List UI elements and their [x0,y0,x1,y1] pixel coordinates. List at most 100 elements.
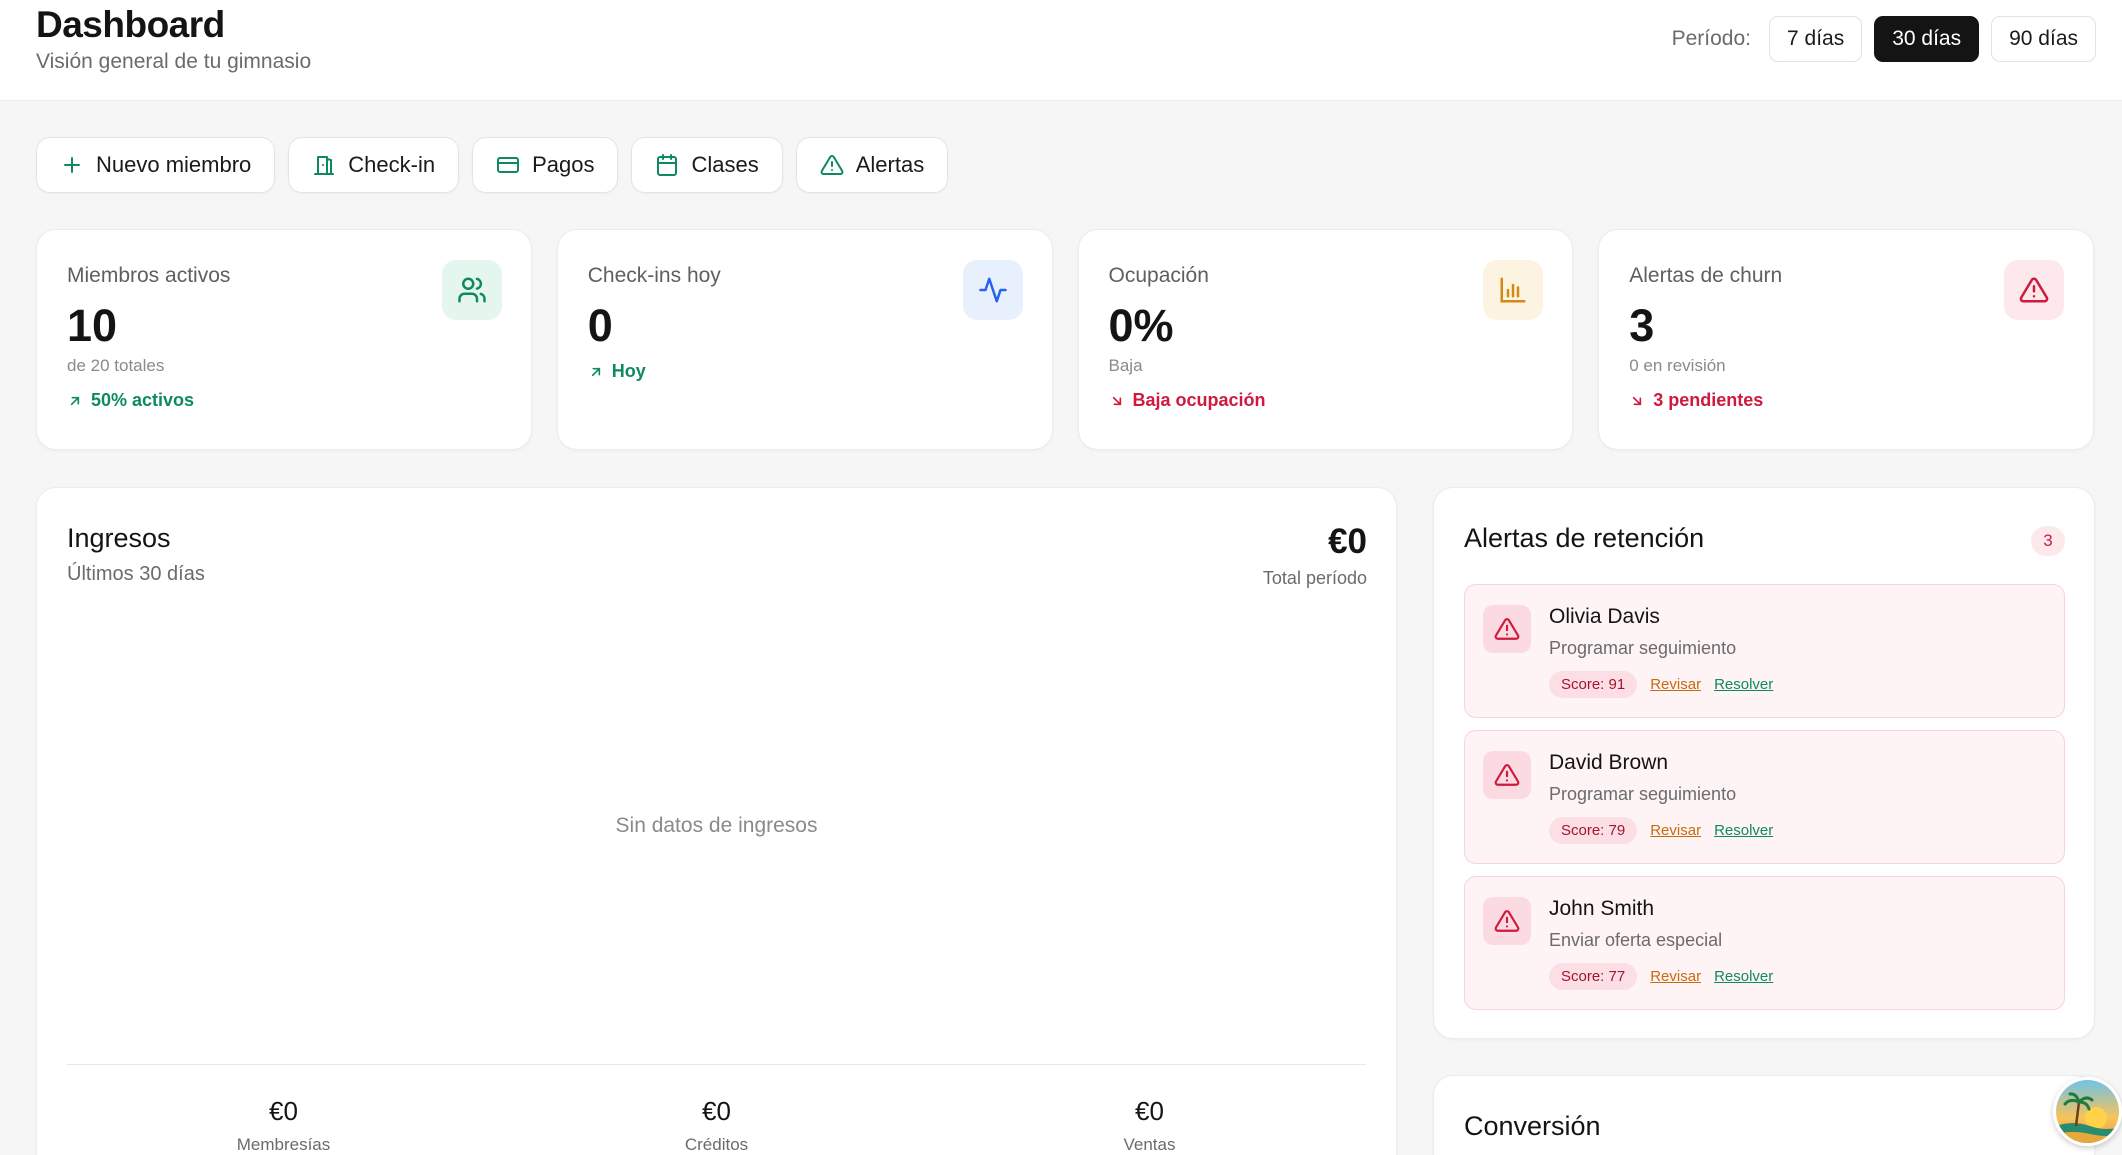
suggested-action: Programar seguimiento [1549,784,1737,804]
revenue-divider [67,1064,1366,1065]
stat-subtext: Baja [1108,356,1143,375]
revenue-total-label: Total período [1262,568,1367,588]
activity-icon [962,260,1023,320]
member-name: David Brown [1549,751,1669,774]
review-link[interactable]: Revisar [1650,676,1701,693]
plus-icon [64,157,80,173]
stat-value: 0% [1108,300,1174,351]
period-label: Período: [1671,27,1751,50]
score-badge: Score: 77 [1549,963,1638,990]
new-member-label: Nuevo miembro [96,152,252,177]
stat-title: Alertas de churn [1629,264,1783,287]
door-icon [314,156,335,175]
payments-button[interactable]: Pagos [472,137,619,193]
revenue-breakdown-credits: €0 Créditos [500,1096,933,1155]
warning-triangle-icon [2004,260,2064,320]
retention-count-badge: 3 [2031,526,2065,556]
alerts-label: Alertas [855,152,925,177]
breakdown-value: €0 [269,1096,298,1126]
stat-cards: Miembros activos 10 de 20 totales 50% ac… [36,229,2094,450]
revenue-breakdown: €0 Membresías €0 Créditos €0 Ventas [67,1096,1366,1155]
page-header: Dashboard Visión general de tu gimnasio … [0,0,2122,101]
stat-card-churn-alerts: Alertas de churn 3 0 en revisión 3 pendi… [1598,229,2094,450]
revenue-empty-state: Sin datos de ingresos [615,814,818,837]
suggested-action: Enviar oferta especial [1549,930,1723,950]
revenue-breakdown-sales: €0 Ventas [933,1096,1366,1155]
revenue-total: €0 [1328,522,1367,561]
retention-alerts-card: Alertas de retención 3 Olivia Davis Prog… [1433,487,2095,1039]
conversion-card: Conversión [1433,1075,2095,1155]
breakdown-label: Créditos [684,1135,749,1154]
stat-card-check-ins-today: Check-ins hoy 0 Hoy [556,229,1053,450]
conversion-title: Conversión [1464,1111,1601,1141]
stat-subtext: de 20 totales [67,356,165,375]
classes-label: Clases [691,152,759,177]
classes-button[interactable]: Clases [631,137,783,193]
stat-trend: 3 pendientes [1629,390,1763,411]
stat-title: Ocupación [1108,264,1209,287]
alert-meta: Score: 77 Revisar Resolver [1549,963,1773,990]
calendar-icon [657,154,678,176]
assistant-avatar-button[interactable] [2053,1077,2122,1146]
new-member-button[interactable]: Nuevo miembro [36,137,276,193]
warning-triangle-icon [820,154,844,175]
warning-triangle-icon [1483,897,1531,945]
stat-trend: Baja ocupación [1109,390,1266,411]
stat-trend: 50% activos [67,390,194,411]
warning-triangle-icon [1483,751,1531,799]
score-badge: Score: 79 [1549,817,1638,844]
check-in-button[interactable]: Check-in [288,137,460,193]
breakdown-value: €0 [1135,1096,1164,1126]
alert-meta: Score: 79 Revisar Resolver [1549,817,1773,844]
arrow-up-right-icon [591,367,600,376]
retention-alert-item[interactable]: David Brown Programar seguimiento Score:… [1464,730,2065,864]
stat-value: 10 [67,300,118,351]
retention-alert-item[interactable]: John Smith Enviar oferta especial Score:… [1464,876,2065,1010]
retention-title: Alertas de retención [1464,523,1705,553]
beach-sunset-icon [2056,1080,2119,1143]
revenue-breakdown-memberships: €0 Membresías [67,1096,500,1155]
stat-value: 3 [1629,300,1655,351]
arrow-down-right-icon [1112,396,1121,405]
revenue-title: Ingresos [67,523,171,553]
stat-title: Miembros activos [67,264,231,287]
stat-trend-label: 3 pendientes [1653,390,1764,410]
page-title: Dashboard [36,4,225,45]
stat-value: 0 [587,300,613,351]
review-link[interactable]: Revisar [1650,968,1701,985]
period-90-days-button[interactable]: 90 días [1991,16,2096,62]
period-30-days-button[interactable]: 30 días [1874,16,1980,62]
warning-triangle-icon [1483,605,1531,653]
resolve-link[interactable]: Resolver [1714,676,1773,693]
stat-title: Check-ins hoy [587,264,721,287]
breakdown-label: Ventas [1123,1135,1176,1154]
period-selector: Período: 7 días 30 días 90 días [1672,16,2096,62]
alert-meta: Score: 91 Revisar Resolver [1549,671,1773,698]
suggested-action: Programar seguimiento [1549,638,1737,658]
stat-trend-label: Hoy [611,361,646,381]
review-link[interactable]: Revisar [1650,822,1701,839]
resolve-link[interactable]: Resolver [1714,822,1773,839]
member-name: John Smith [1549,897,1655,920]
score-badge: Score: 91 [1549,671,1638,698]
breakdown-label: Membresías [236,1135,331,1154]
stat-trend: Hoy [588,361,646,382]
resolve-link[interactable]: Resolver [1714,968,1773,985]
member-name: Olivia Davis [1549,605,1660,628]
revenue-subtitle: Últimos 30 días [67,563,205,585]
stat-card-occupancy: Ocupación 0% Baja Baja ocupación [1077,229,1574,450]
period-7-days-button[interactable]: 7 días [1769,16,1863,62]
stat-card-active-members: Miembros activos 10 de 20 totales 50% ac… [36,229,532,450]
breakdown-value: €0 [702,1096,731,1126]
arrow-down-right-icon [1633,396,1642,405]
arrow-up-right-icon [70,396,80,405]
stat-subtext: 0 en revisión [1629,356,1726,375]
payments-label: Pagos [532,152,595,177]
quick-actions: Nuevo miembro Check-in Pagos Clases Aler… [36,137,949,193]
retention-alert-item[interactable]: Olivia Davis Programar seguimiento Score… [1464,584,2065,718]
bar-chart-icon [1483,260,1544,320]
stat-trend-label: 50% activos [91,390,195,410]
alerts-button[interactable]: Alertas [795,137,949,193]
retention-list: Olivia Davis Programar seguimiento Score… [1464,584,2065,1022]
users-icon [441,260,502,320]
